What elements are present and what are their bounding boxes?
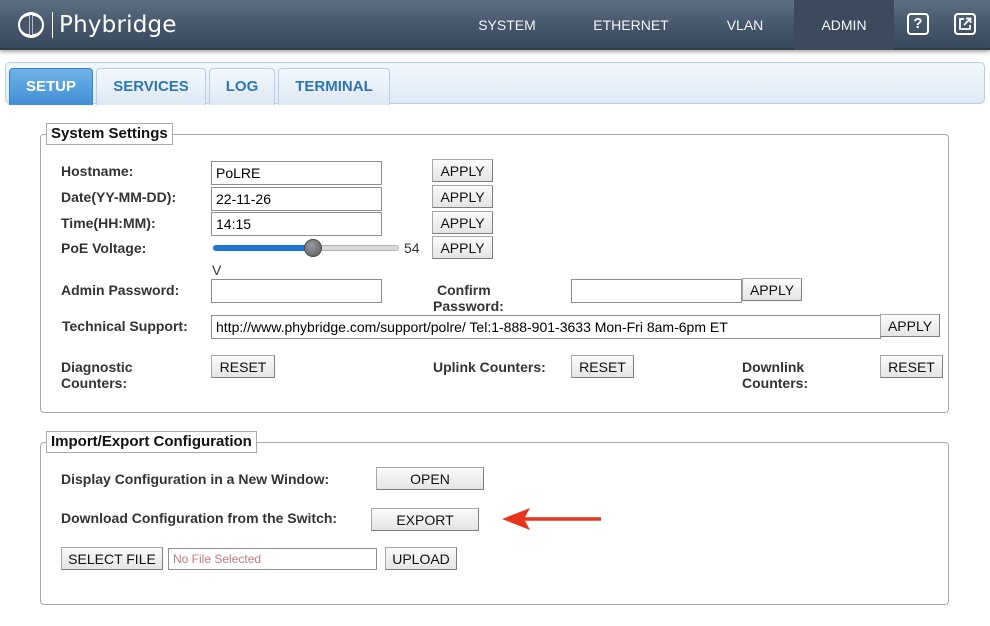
tab-terminal[interactable]: TERMINAL [278, 68, 390, 105]
poe-voltage-slider[interactable] [211, 238, 401, 260]
logo-divider [52, 12, 53, 38]
poe-voltage-unit: V [212, 262, 222, 278]
date-input[interactable]: 22-11-26 [211, 187, 382, 211]
import-export-title: Import/Export Configuration [46, 431, 257, 453]
time-label: Time(HH:MM): [61, 215, 156, 231]
poe-apply-button[interactable]: APPLY [432, 236, 493, 259]
technical-support-label: Technical Support: [62, 318, 188, 334]
date-label: Date(YY-MM-DD): [61, 189, 177, 205]
tab-services[interactable]: SERVICES [96, 68, 206, 105]
poe-voltage-label: PoE Voltage: [61, 240, 147, 256]
tab-setup[interactable]: SETUP [9, 68, 93, 105]
nav-admin[interactable]: ADMIN [794, 0, 894, 50]
slider-fill [213, 245, 313, 251]
external-window-glyph [959, 17, 972, 30]
downlink-reset-button[interactable]: RESET [880, 355, 943, 378]
downlink-counters-label-line2: Counters: [742, 375, 809, 391]
confirm-password-label-line1: Confirm [437, 282, 491, 298]
confirm-password-label-line2: Password: [433, 298, 504, 314]
time-apply-button[interactable]: APPLY [432, 211, 493, 234]
nav-vlan[interactable]: VLAN [712, 0, 778, 50]
hostname-label: Hostname: [61, 163, 134, 179]
system-settings-title: System Settings [46, 123, 173, 145]
export-config-button[interactable]: EXPORT [371, 508, 479, 531]
hostname-input[interactable]: PoLRE [211, 161, 382, 185]
confirm-password-input[interactable] [571, 279, 742, 303]
open-config-button[interactable]: OPEN [376, 467, 484, 490]
select-file-button[interactable]: SELECT FILE [61, 547, 163, 570]
uplink-counters-label: Uplink Counters: [433, 359, 546, 375]
phybridge-logo-icon [18, 12, 44, 38]
password-apply-button[interactable]: APPLY [742, 278, 802, 301]
tab-log[interactable]: LOG [209, 68, 275, 105]
technical-support-input[interactable]: http://www.phybridge.com/support/polre/ … [211, 315, 881, 339]
nav-system[interactable]: SYSTEM [466, 0, 548, 50]
admin-password-input[interactable] [211, 279, 382, 303]
brand-logo[interactable]: Phybridge [16, 9, 177, 41]
technical-support-apply-button[interactable]: APPLY [880, 314, 940, 337]
tab-strip: SETUP SERVICES LOG TERMINAL [5, 62, 985, 105]
time-input[interactable]: 14:15 [211, 212, 382, 236]
top-navigation-bar: Phybridge SYSTEM ETHERNET VLAN ADMIN ? [0, 0, 990, 50]
help-icon[interactable]: ? [907, 13, 929, 35]
hostname-apply-button[interactable]: APPLY [432, 159, 493, 182]
display-config-label: Display Configuration in a New Window: [61, 471, 330, 487]
uplink-reset-button[interactable]: RESET [571, 355, 634, 378]
diagnostic-reset-button[interactable]: RESET [211, 355, 275, 378]
diagnostic-counters-label-line2: Counters: [61, 375, 128, 391]
nav-ethernet[interactable]: ETHERNET [582, 0, 680, 50]
brand-name: Phybridge [59, 12, 177, 38]
slider-handle[interactable] [304, 239, 322, 257]
upload-button[interactable]: UPLOAD [385, 547, 457, 570]
red-arrow-annotation [502, 508, 601, 530]
selected-file-field[interactable]: No File Selected [168, 548, 377, 570]
admin-password-label: Admin Password: [61, 282, 180, 298]
poe-voltage-value: 54 [404, 240, 420, 256]
date-apply-button[interactable]: APPLY [432, 185, 493, 208]
download-config-label: Download Configuration from the Switch: [61, 510, 338, 526]
external-window-icon[interactable] [954, 13, 976, 35]
downlink-counters-label-line1: Downlink [742, 359, 805, 375]
diagnostic-counters-label-line1: Diagnostic [61, 359, 133, 375]
